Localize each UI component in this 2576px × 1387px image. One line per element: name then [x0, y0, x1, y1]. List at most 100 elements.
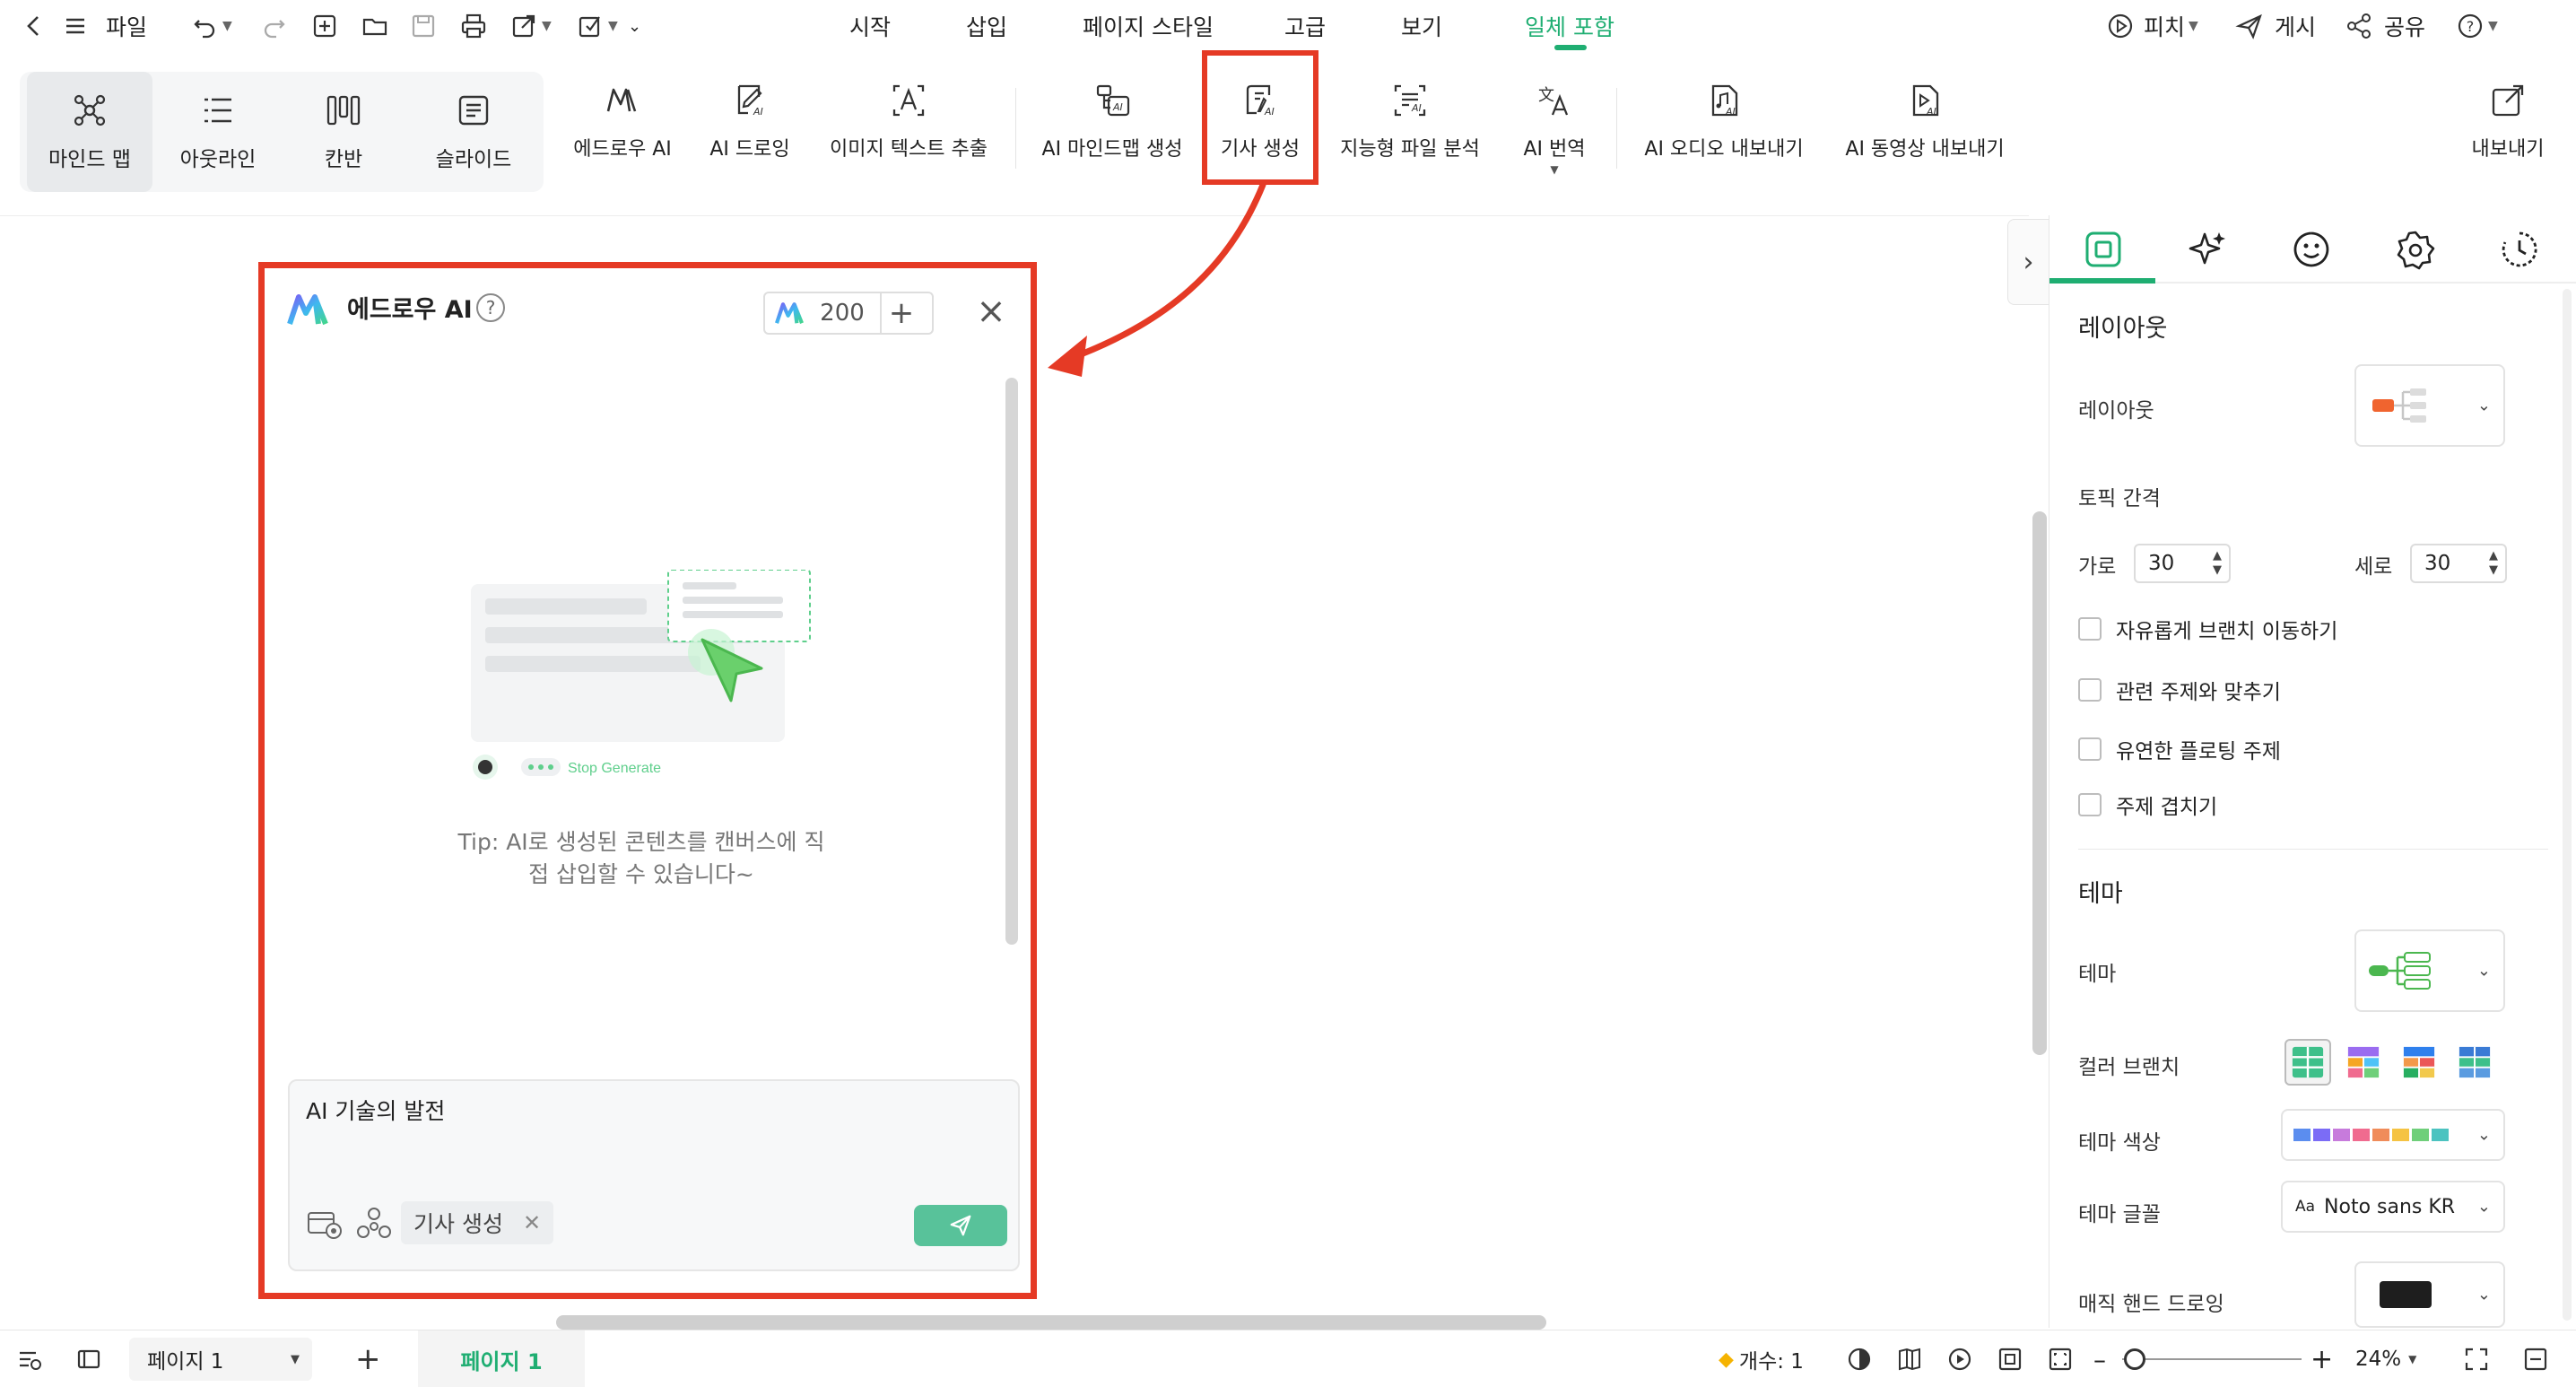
checkbox-icon[interactable]: [2078, 617, 2102, 641]
ai-prompt-text[interactable]: AI 기술의 발전: [306, 1094, 445, 1126]
view-outline-button[interactable]: 아웃라인: [160, 72, 276, 192]
checkbox-topic-overlap[interactable]: 주제 겹치기: [2078, 789, 2217, 820]
tab-history[interactable]: [2475, 224, 2564, 275]
ai-translate-button[interactable]: 文 AI 번역 ▼: [1507, 81, 1602, 179]
checkbox-icon[interactable]: [2078, 678, 2102, 702]
ai-panel-scrollbar[interactable]: [1005, 378, 1018, 945]
canvas-vertical-scrollbar[interactable]: [2032, 511, 2047, 1055]
stepper-arrows-icon[interactable]: ▲ ▼: [2489, 549, 2498, 578]
mindmap-reference-icon[interactable]: [354, 1207, 394, 1243]
redo-icon[interactable]: [260, 0, 289, 52]
ai-video-export-button[interactable]: AI AI 동영상 내보내기: [1833, 81, 2016, 179]
horizontal-spacing-label: 가로: [2078, 555, 2117, 579]
theme-dropdown[interactable]: ⌄: [2354, 929, 2505, 1012]
ai-prompt-input[interactable]: AI 기술의 발전 기사 생성 ✕: [288, 1079, 1020, 1271]
panel-collapse-button[interactable]: ›: [2007, 219, 2049, 305]
back-icon[interactable]: [20, 0, 48, 52]
edraw-ai-button[interactable]: 에드로우 AI: [565, 81, 680, 179]
print-icon[interactable]: [459, 0, 488, 52]
theme-font-dropdown[interactable]: Aa Noto sans KR ⌄: [2281, 1181, 2505, 1233]
checkbox-icon[interactable]: [2078, 793, 2102, 816]
view-slide-button[interactable]: 슬라이드: [411, 72, 536, 192]
share-button[interactable]: 공유: [2345, 0, 2425, 52]
layout-dropdown[interactable]: ⌄: [2354, 364, 2505, 447]
export-button[interactable]: 내보내기: [2461, 81, 2554, 179]
properties-scrollbar[interactable]: [2563, 289, 2572, 1321]
theme-color-dropdown[interactable]: ⌄: [2281, 1109, 2505, 1161]
play-icon[interactable]: [1946, 1330, 1973, 1387]
color-branch-option-2[interactable]: [2340, 1039, 2387, 1086]
tab-view[interactable]: 보기: [1377, 0, 1466, 52]
vertical-spacing-stepper[interactable]: 30 ▲ ▼: [2410, 544, 2507, 583]
tab-insert[interactable]: 삽입: [942, 0, 1031, 52]
open-folder-icon[interactable]: [361, 0, 389, 52]
image-upload-icon[interactable]: [306, 1207, 345, 1243]
zoom-slider[interactable]: [2122, 1358, 2302, 1360]
color-branch-option-4[interactable]: [2451, 1039, 2498, 1086]
ai-translate-label: AI 번역: [1523, 138, 1586, 161]
close-icon[interactable]: ×: [975, 291, 1007, 332]
tab-layout-style[interactable]: [2058, 224, 2148, 275]
edit-icon[interactable]: ▼: [576, 0, 618, 52]
smart-file-analysis-button[interactable]: AI 지능형 파일 분석: [1329, 81, 1491, 179]
properties-tab-indicator: [2049, 278, 2155, 284]
checkbox-icon[interactable]: [2078, 737, 2102, 761]
view-mindmap-button[interactable]: 마인드 맵: [27, 72, 152, 192]
vertical-spacing-value[interactable]: 30: [2424, 552, 2450, 575]
ai-mindmap-generate-button[interactable]: AI AI 마인드맵 생성: [1031, 81, 1193, 179]
ai-help-icon[interactable]: ?: [476, 293, 505, 322]
fit-page-icon[interactable]: [1997, 1330, 2023, 1387]
menu-icon[interactable]: [61, 0, 90, 52]
color-branch-option-3[interactable]: [2396, 1039, 2442, 1086]
tab-page-style[interactable]: 페이지 스타일: [1058, 0, 1238, 52]
page-panel-icon[interactable]: [75, 1330, 102, 1387]
theme-toggle-icon[interactable]: [1846, 1330, 1873, 1387]
ai-audio-export-button[interactable]: AI AI 오디오 내보내기: [1632, 81, 1815, 179]
image-text-extract-button[interactable]: 이미지 텍스트 추출: [816, 81, 1001, 179]
publish-button[interactable]: 게시: [2235, 0, 2316, 52]
help-icon[interactable]: ? ▼: [2456, 0, 2498, 52]
tab-ai-sparkle[interactable]: [2163, 224, 2252, 275]
horizontal-spacing-value[interactable]: 30: [2148, 552, 2174, 575]
fullscreen-icon[interactable]: [2463, 1330, 2490, 1387]
page-tab[interactable]: 페이지 1: [418, 1330, 585, 1387]
checkbox-flexible-floating[interactable]: 유연한 플로팅 주제: [2078, 734, 2281, 764]
send-button[interactable]: [914, 1205, 1007, 1246]
tab-advanced[interactable]: 고급: [1260, 0, 1350, 52]
chip-remove-icon[interactable]: ✕: [523, 1210, 541, 1235]
publish-label: 게시: [2275, 14, 2317, 40]
more-chevron-icon[interactable]: ⌄: [628, 0, 641, 52]
pitch-button[interactable]: 피치 ▼: [2106, 0, 2198, 52]
zoom-level[interactable]: 24% ▼: [2355, 1330, 2416, 1387]
canvas-horizontal-scrollbar[interactable]: [556, 1315, 1546, 1330]
translate-caret-icon[interactable]: ▼: [1550, 163, 1558, 176]
tab-start[interactable]: 시작: [825, 0, 915, 52]
checkbox-free-branch[interactable]: 자유롭게 브랜치 이동하기: [2078, 614, 2337, 644]
save-icon[interactable]: [409, 0, 438, 52]
tab-sticker[interactable]: [2267, 224, 2356, 275]
new-page-icon[interactable]: [310, 0, 339, 52]
zoom-out-button[interactable]: –: [2093, 1330, 2106, 1387]
book-icon[interactable]: [1896, 1330, 1923, 1387]
color-branch-option-1[interactable]: [2284, 1039, 2331, 1086]
collapse-panel-icon[interactable]: [2522, 1330, 2549, 1387]
page-list-icon[interactable]: [16, 1330, 43, 1387]
horizontal-spacing-stepper[interactable]: 30 ▲ ▼: [2134, 544, 2231, 583]
stepper-arrows-icon[interactable]: ▲ ▼: [2213, 549, 2222, 578]
article-generate-chip[interactable]: 기사 생성 ✕: [401, 1201, 554, 1244]
tab-badge[interactable]: [2371, 224, 2460, 275]
zoom-in-button[interactable]: +: [2311, 1330, 2333, 1387]
ai-mindmap-generate-label: AI 마인드맵 생성: [1041, 138, 1183, 161]
checkbox-align-related[interactable]: 관련 주제와 맞추기: [2078, 675, 2281, 705]
ai-drawing-button[interactable]: AI AI 드로잉: [700, 81, 800, 179]
fit-width-icon[interactable]: [2047, 1330, 2074, 1387]
add-credit-button[interactable]: +: [880, 293, 921, 333]
page-select[interactable]: 페이지 1 ▼: [129, 1338, 312, 1381]
file-menu[interactable]: 파일: [106, 0, 147, 52]
view-kanban-button[interactable]: 칸반: [285, 72, 402, 192]
zoom-slider-handle[interactable]: [2124, 1348, 2145, 1370]
hand-drawing-dropdown[interactable]: ⌄: [2354, 1261, 2505, 1328]
undo-icon[interactable]: ▼: [190, 0, 232, 52]
export-small-icon[interactable]: ▼: [509, 0, 552, 52]
add-page-button[interactable]: +: [355, 1330, 381, 1387]
